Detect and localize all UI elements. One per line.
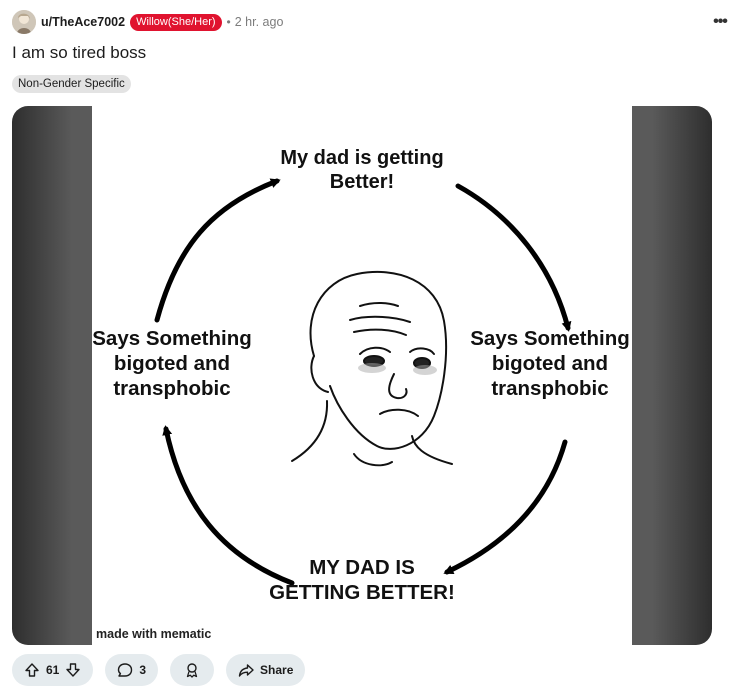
share-arrow-icon (238, 662, 254, 678)
comment-count: 3 (139, 663, 147, 677)
post-time: 2 hr. ago (234, 15, 284, 29)
watermark: made with mematic (96, 627, 212, 641)
award-button[interactable] (170, 654, 215, 686)
caption-top: My dad is getting Better! (280, 147, 444, 194)
meme-image: My dad is getting Better! Says Something… (92, 106, 632, 645)
caption-bottom: MY DAD IS GETTING BETTER! (269, 556, 455, 604)
action-bar: 61 3 Share (12, 654, 317, 686)
arrow-down-icon[interactable] (65, 662, 81, 678)
share-label: Share (260, 663, 294, 677)
share-button[interactable]: Share (226, 654, 306, 686)
vote-count: 61 (46, 663, 60, 677)
avatar[interactable] (12, 10, 36, 34)
comments-button[interactable]: 3 (105, 654, 159, 686)
speech-bubble-icon (117, 662, 133, 678)
post-media[interactable]: My dad is getting Better! Says Something… (12, 106, 712, 645)
caption-left: Says Something bigoted and transphobic (92, 327, 252, 400)
username[interactable]: u/TheAce7002 (41, 15, 125, 29)
post-header: u/TheAce7002 Willow(She/Her) • 2 hr. ago… (12, 9, 737, 35)
arrow-left-to-top (154, 178, 281, 323)
vote-group: 61 (12, 654, 94, 686)
award-ribbon-icon (184, 662, 200, 678)
arrow-right-to-bottom (443, 439, 568, 575)
ellipsis-icon: ••• (713, 13, 728, 30)
separator: • (226, 15, 231, 29)
user-flair: Willow(She/Her) (130, 13, 222, 31)
arrow-top-to-right (455, 183, 572, 332)
post-title[interactable]: I am so tired boss (12, 43, 146, 63)
caption-right: Says Something bigoted and transphobic (470, 327, 630, 400)
more-options-button[interactable]: ••• (709, 12, 731, 32)
post-flair[interactable]: Non-Gender Specific (12, 75, 131, 93)
arrow-up-icon[interactable] (24, 662, 40, 678)
